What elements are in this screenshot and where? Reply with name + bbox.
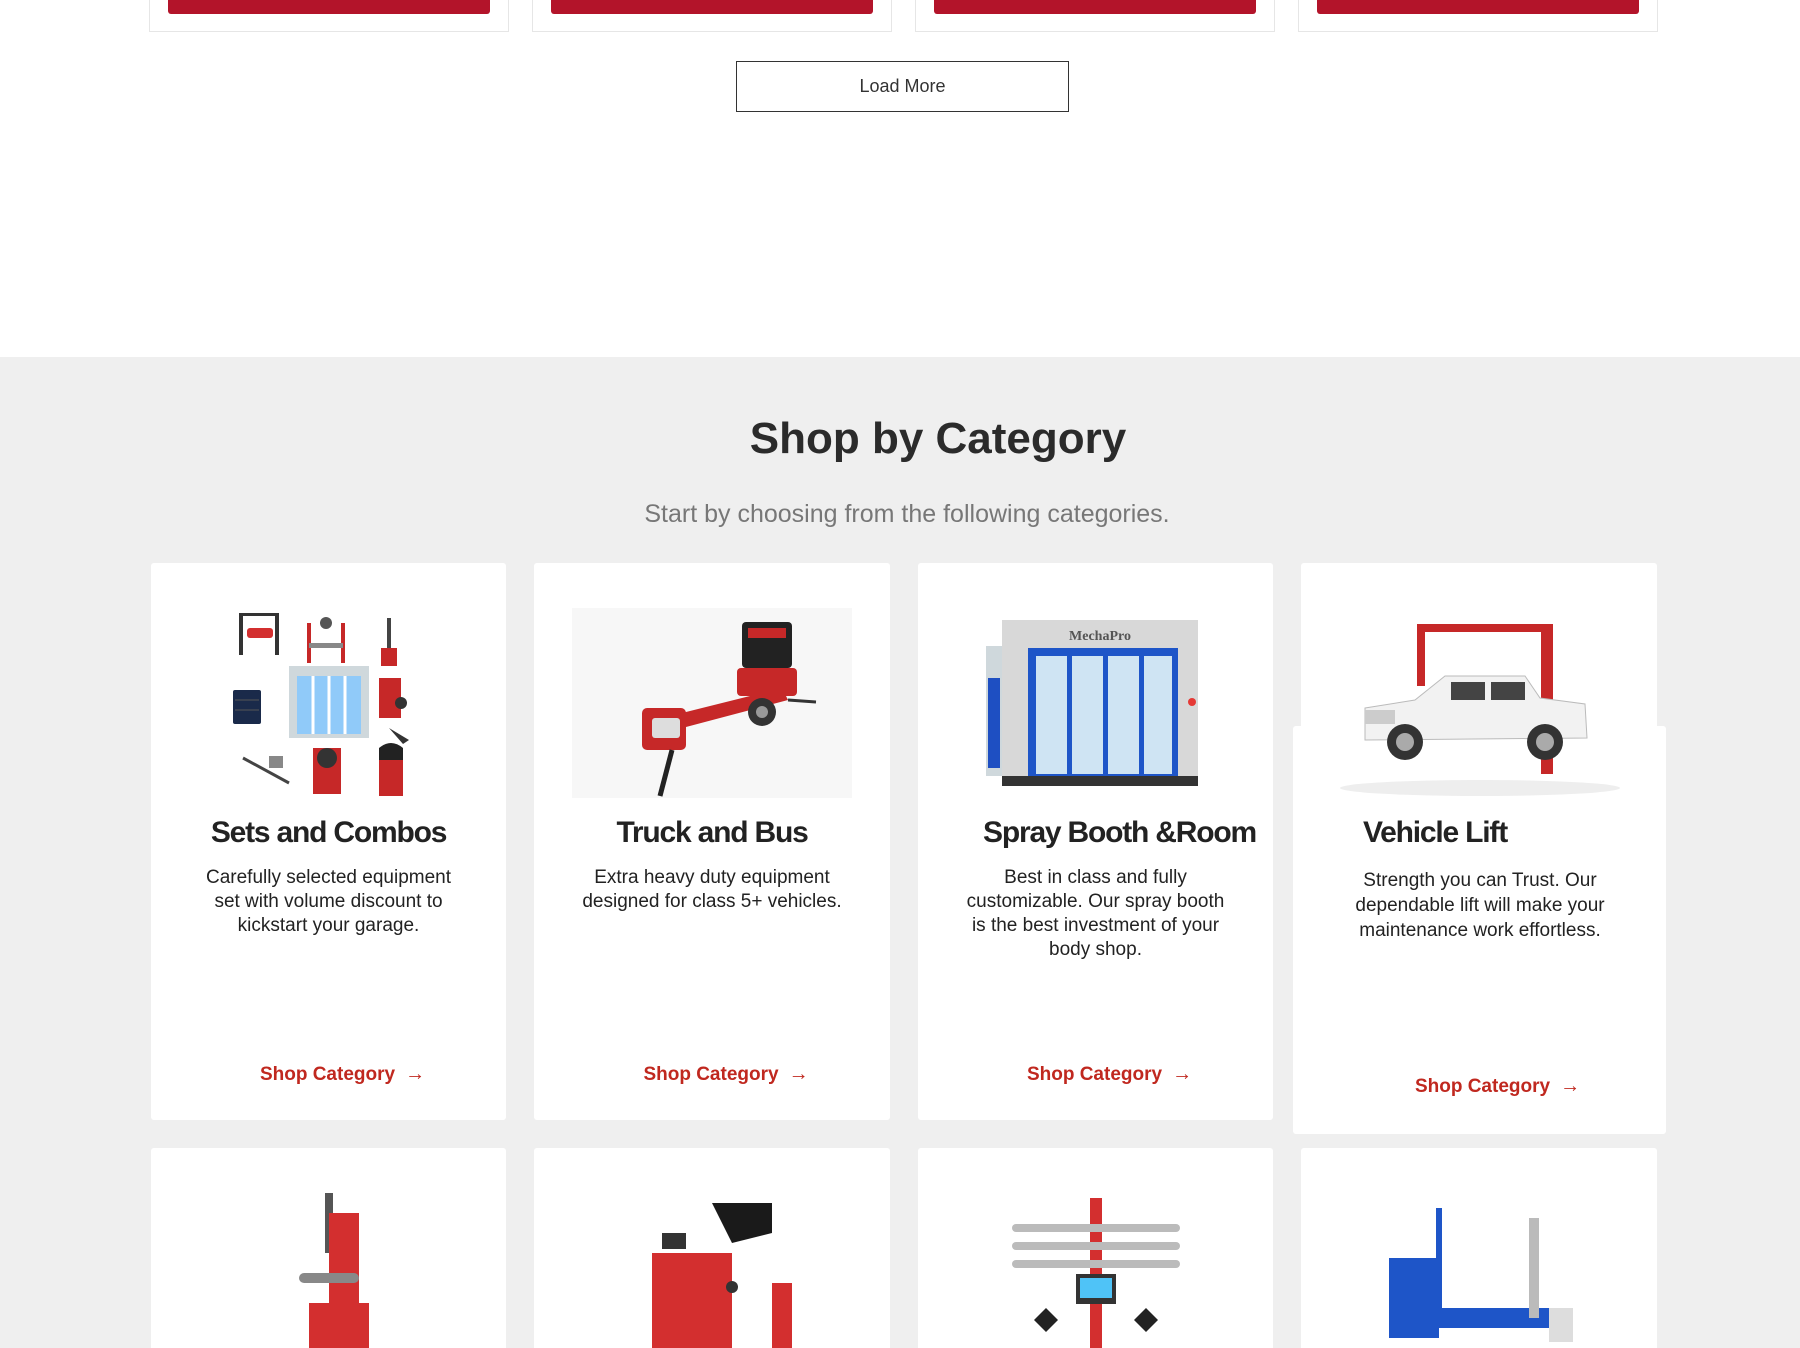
truck-and-bus-image: [572, 608, 852, 798]
category-title: Sets and Combos: [210, 816, 448, 849]
product-grid-bottom: Load More: [0, 0, 1800, 357]
sets-and-combos-image: [232, 613, 409, 796]
category-card-collision-repair[interactable]: [1301, 1148, 1657, 1348]
load-more-button[interactable]: Load More: [736, 61, 1069, 112]
category-title: Truck and Bus: [616, 816, 808, 849]
category-description: Extra heavy duty equipment designed for …: [582, 867, 842, 912]
shop-category-label: Shop Category: [259, 1064, 396, 1085]
arrow-right-icon: →: [1560, 1075, 1581, 1097]
shop-category-link[interactable]: Shop Category →: [562, 1063, 890, 1086]
shop-by-category-section: Shop by Category Start by choosing from …: [0, 357, 1800, 1348]
arrow-right-icon: →: [788, 1063, 809, 1085]
arrow-right-icon: →: [1172, 1063, 1193, 1085]
category-card-truck-and-bus[interactable]: Truck and Bus Extra heavy duty equipment…: [534, 563, 890, 1120]
tire-changer-image: [298, 1193, 369, 1348]
spray-booth-image: MechaPro: [985, 620, 1198, 786]
category-card-sets-and-combos[interactable]: Sets and Combos Carefully selected equip…: [151, 563, 506, 1120]
category-description: Best in class and fully customizable. Ou…: [966, 867, 1225, 960]
category-title: Vehicle Lift: [1363, 816, 1508, 849]
vehicle-lift-image: [1325, 618, 1635, 798]
category-card-wheel-alignment[interactable]: [918, 1148, 1273, 1348]
add-to-cart-button[interactable]: [934, 0, 1256, 14]
shop-category-label: Shop Category: [643, 1064, 779, 1085]
shop-category-label: Shop Category: [1026, 1064, 1163, 1085]
vehicle-lift-content[interactable]: Vehicle Lift Strength you can Trust. Our…: [1293, 563, 1666, 1134]
category-description: Strength you can Trust. Our dependable l…: [1355, 870, 1605, 941]
category-description: Carefully selected equipment set with vo…: [205, 867, 452, 936]
category-card-tire-changer[interactable]: [151, 1148, 506, 1348]
shop-category-link[interactable]: Shop Category →: [179, 1063, 506, 1086]
section-title: Shop by Category: [749, 414, 1127, 463]
shop-category-link[interactable]: Shop Category →: [946, 1063, 1273, 1086]
section-subtitle: Start by choosing from the following cat…: [644, 500, 1170, 528]
add-to-cart-button[interactable]: [1317, 0, 1639, 14]
product-card: [532, 0, 892, 32]
arrow-right-icon: →: [405, 1063, 426, 1085]
product-card: [915, 0, 1275, 32]
category-card-spray-booth[interactable]: MechaPro Spray Booth &Room Best in class…: [918, 563, 1273, 1120]
wheel-alignment-image: [1011, 1198, 1180, 1348]
shop-category-label: Shop Category: [1414, 1076, 1551, 1097]
product-card: [1298, 0, 1658, 32]
category-card-wheel-balancer[interactable]: [534, 1148, 890, 1348]
product-card: [149, 0, 509, 32]
collision-repair-image: [1389, 1208, 1573, 1342]
spray-booth-brand: MechaPro: [1069, 629, 1131, 644]
add-to-cart-button[interactable]: [551, 0, 873, 14]
add-to-cart-button[interactable]: [168, 0, 490, 14]
shop-category-link[interactable]: Shop Category →: [1293, 1075, 1666, 1098]
wheel-balancer-image: [652, 1203, 792, 1348]
category-title: Spray Booth &Room: [983, 816, 1257, 849]
